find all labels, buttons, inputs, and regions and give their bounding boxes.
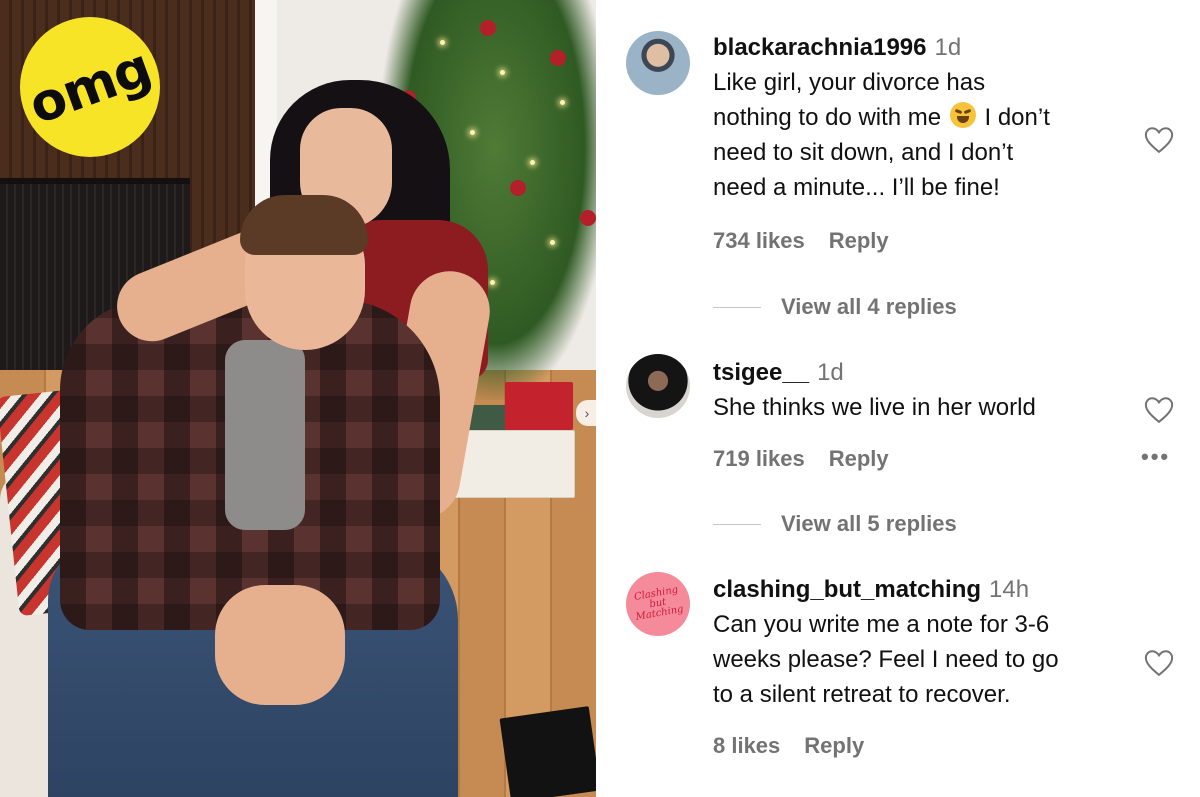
heart-icon[interactable] [1144, 649, 1174, 677]
likes-count[interactable]: 734 likes [713, 228, 805, 253]
comment-age: 1d [934, 34, 962, 61]
likes-count[interactable]: 8 likes [713, 733, 780, 758]
face-with-tears-of-joy-icon [949, 102, 976, 128]
comment-age: 1d [817, 359, 844, 386]
comment-text: to a silent retreat to recover. [713, 681, 1011, 708]
reply-button[interactable]: Reply [829, 446, 889, 471]
gift-box [505, 382, 573, 430]
comment-username[interactable]: blackarachnia1996 [713, 34, 926, 61]
likes-count[interactable]: 719 likes [713, 446, 805, 471]
omg-badge-text: omg [21, 37, 159, 137]
post-photo[interactable]: omg › [0, 0, 596, 797]
comment-text: need a minute... I’ll be fine! [713, 174, 1000, 201]
comment-text: Can you write me a note for 3-6 [713, 611, 1050, 638]
view-replies-button[interactable]: View all 4 replies [713, 293, 957, 320]
comment-meta: 734 likes Reply [713, 228, 889, 254]
comments-panel: blackarachnia1996 1d Like girl, your divo… [596, 0, 1200, 797]
comment-username[interactable]: tsigee__ [713, 359, 809, 386]
comment-text: She thinks we live in her world [713, 394, 1036, 421]
more-options-icon[interactable]: ••• [1141, 444, 1170, 470]
avatar[interactable]: Clashing but Matching [626, 572, 690, 636]
comment-username[interactable]: clashing_but_matching [713, 576, 981, 603]
man-hair [240, 195, 368, 255]
reply-button[interactable]: Reply [804, 733, 864, 758]
gift-box [450, 430, 575, 498]
comment-text: need to sit down, and I don’t [713, 139, 1014, 166]
heart-icon[interactable] [1144, 126, 1174, 154]
view-replies-button[interactable]: View all 5 replies [713, 510, 957, 537]
comment-age: 14h [989, 576, 1030, 603]
comment-meta: 8 likes Reply [713, 733, 864, 759]
comment-meta: 719 likes Reply [713, 446, 889, 472]
comment-text: weeks please? Feel I need to go [713, 646, 1059, 673]
heart-icon[interactable] [1144, 396, 1174, 424]
reply-button[interactable]: Reply [829, 228, 889, 253]
chevron-right-icon[interactable]: › [576, 400, 596, 426]
comment-text: nothing to do with me I don’t [713, 102, 1050, 131]
divider [713, 306, 761, 308]
avatar[interactable] [626, 31, 690, 95]
man-hands [215, 585, 345, 705]
avatar-logo-text: Clashing but Matching [633, 584, 685, 623]
gift-box [499, 706, 596, 797]
avatar[interactable] [626, 354, 690, 418]
man-tshirt [225, 340, 305, 530]
omg-badge: omg [20, 17, 160, 157]
comment-text: Like girl, your divorce has [713, 69, 986, 96]
divider [713, 523, 761, 525]
